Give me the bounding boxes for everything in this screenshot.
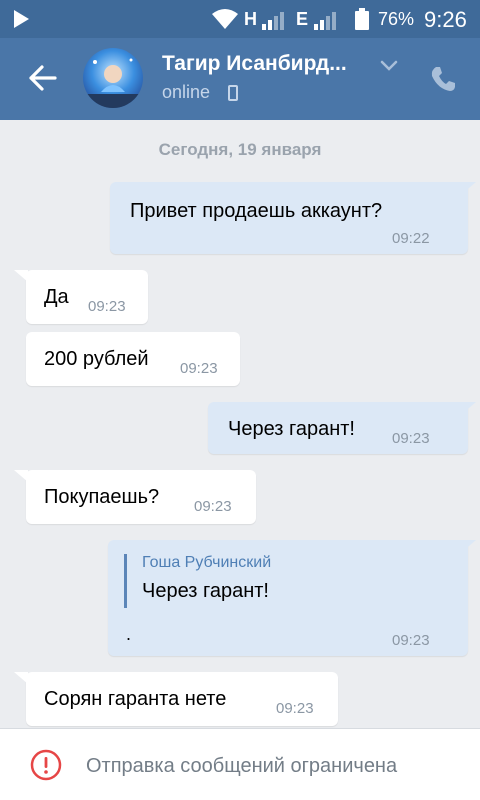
- wifi-icon: [212, 9, 238, 29]
- network-type-1: H: [244, 9, 257, 29]
- message-text: Сорян гаранта нете: [44, 688, 227, 710]
- message-text: Покупаешь?: [44, 486, 160, 508]
- phone-icon[interactable]: [428, 64, 458, 94]
- status-bar: H E 76% 9:26: [0, 0, 480, 38]
- signal-icon: [314, 12, 336, 30]
- send-restricted-bar: Отправка сообщений ограничена: [0, 728, 480, 800]
- bubble-tail: [14, 672, 28, 684]
- message-time: 09:23: [392, 632, 430, 649]
- message-text: .: [126, 624, 132, 644]
- network-type-2: E: [296, 9, 309, 29]
- message-incoming[interactable]: Покупаешь? 09:23: [14, 470, 256, 524]
- message-text: 200 рублей: [44, 348, 149, 370]
- message-text: Через гарант!: [228, 418, 355, 440]
- message-list[interactable]: Сегодня, 19 января Привет продаешь аккау…: [0, 120, 480, 728]
- message-time: 09:23: [276, 700, 314, 717]
- bubble-tail: [14, 270, 28, 282]
- mobile-device-icon: [228, 85, 238, 101]
- signal-icon: [262, 12, 284, 30]
- message-text: Да: [44, 286, 69, 308]
- message-time: 09:23: [392, 430, 430, 447]
- message-text: Привет продаешь аккаунт?: [130, 200, 383, 222]
- message-incoming[interactable]: 200 рублей 09:23: [26, 332, 240, 386]
- message-incoming[interactable]: Да 09:23: [14, 270, 148, 324]
- battery-percent: 76%: [378, 9, 415, 29]
- play-icon: [14, 10, 29, 28]
- contact-name[interactable]: Тагир Исанбирд...: [162, 52, 372, 76]
- bubble-tail: [14, 470, 28, 482]
- forwarded-text: Через гарант!: [142, 580, 269, 602]
- bubble-tail: [462, 540, 476, 552]
- message-outgoing[interactable]: Привет продаешь аккаунт? 09:22: [110, 182, 476, 254]
- avatar[interactable]: [83, 48, 143, 108]
- bubble-tail: [462, 402, 476, 414]
- bubble-tail: [462, 182, 476, 194]
- message-incoming[interactable]: Сорян гаранта нете 09:23: [14, 672, 338, 726]
- arrow-left-icon[interactable]: [28, 60, 60, 96]
- send-restricted-notice: Отправка сообщений ограничена: [86, 755, 398, 777]
- online-status: online: [162, 82, 211, 102]
- date-separator: Сегодня, 19 января: [158, 140, 322, 159]
- message-time: 09:23: [88, 298, 126, 315]
- message-outgoing[interactable]: Через гарант! 09:23: [208, 402, 476, 454]
- message-time: 09:23: [180, 360, 218, 377]
- clock: 9:26: [424, 7, 467, 32]
- chat-header: Тагир Исанбирд... online: [0, 38, 480, 120]
- battery-icon: [355, 8, 369, 30]
- message-time: 09:22: [392, 230, 430, 247]
- forward-bar: [124, 554, 127, 608]
- chevron-down-icon[interactable]: [380, 60, 398, 72]
- forward-author[interactable]: Гоша Рубчинский: [142, 554, 271, 572]
- message-time: 09:23: [194, 498, 232, 515]
- exclamation-circle-icon: [30, 749, 62, 781]
- message-outgoing-forwarded[interactable]: Гоша Рубчинский Через гарант! . 09:23: [108, 540, 476, 656]
